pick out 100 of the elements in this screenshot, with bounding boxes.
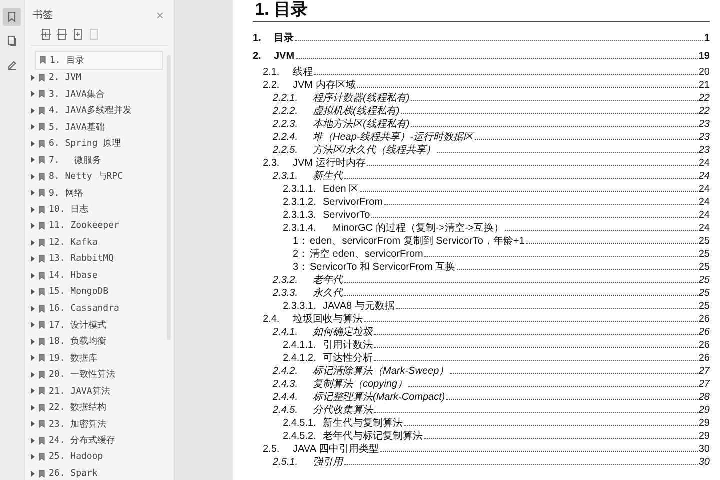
bookmark-item[interactable]: 10. 日志	[25, 202, 165, 218]
expand-arrow-icon[interactable]	[31, 240, 35, 246]
toc-title[interactable]: 程序计数器(线程私有)	[313, 92, 410, 105]
expand-arrow-icon[interactable]	[31, 421, 35, 428]
toc-title[interactable]: 分代收集算法	[313, 404, 373, 417]
expand-arrow-icon[interactable]	[31, 388, 35, 394]
bookmark-item[interactable]: 9. 网络	[25, 185, 165, 202]
toc-title[interactable]: ServivorTo	[323, 209, 370, 222]
toc-title[interactable]: 新生代	[313, 170, 343, 183]
page-number: 27	[698, 365, 710, 378]
expand-arrow-icon[interactable]	[31, 206, 35, 213]
expand-arrow-icon[interactable]	[31, 322, 35, 328]
bookmark-icon[interactable]	[3, 8, 21, 26]
toc-title[interactable]: 永久代	[313, 287, 343, 300]
toc-title[interactable]: 线程	[293, 66, 313, 79]
expand-arrow-icon[interactable]	[31, 454, 35, 460]
expand-all-icon[interactable]	[41, 29, 51, 40]
toc-title[interactable]: 标记清除算法（Mark-Sweep）	[313, 365, 450, 378]
expand-arrow-icon[interactable]	[31, 272, 35, 279]
bookmark-item[interactable]: 13. RabbitMQ	[25, 251, 165, 268]
expand-arrow-icon[interactable]	[31, 338, 35, 345]
bookmark-item[interactable]: 14. Hbase	[25, 268, 165, 284]
page-number: 25	[698, 261, 710, 274]
expand-arrow-icon[interactable]	[31, 124, 35, 130]
toc-title[interactable]: 目录	[274, 30, 294, 48]
page-number: 26	[698, 352, 710, 365]
collapse-all-icon[interactable]	[57, 29, 67, 40]
expand-arrow-icon[interactable]	[31, 174, 35, 180]
expand-arrow-icon[interactable]	[31, 108, 35, 114]
bookmark-item[interactable]: 25. Hadoop	[25, 449, 165, 466]
toc-title[interactable]: 标记整理算法(Mark-Compact)	[313, 391, 446, 404]
toc-title[interactable]: eden、servicorFrom 复制到 ServicorTo，年龄+1	[310, 235, 525, 248]
bookmark-item[interactable]: 12. Kafka	[25, 234, 165, 251]
expand-arrow-icon[interactable]	[31, 404, 35, 411]
toc-title[interactable]: ServivorFrom	[323, 196, 384, 209]
page-number: 24	[698, 170, 710, 183]
expand-arrow-icon[interactable]	[31, 74, 35, 81]
bookmark-item[interactable]: 20. 一致性算法	[25, 366, 165, 383]
bookmark-item[interactable]: 7. 微服务	[25, 152, 165, 168]
bookmark-item[interactable]: 2. JVM	[25, 70, 165, 86]
toc-title[interactable]: JVM	[274, 48, 295, 66]
page-number: 29	[698, 417, 710, 430]
bookmark-item[interactable]: 23. 加密算法	[25, 416, 165, 432]
toc-title[interactable]: JVM 内存区域	[293, 79, 356, 92]
bookmark-item[interactable]: 5. JAVA基础	[25, 119, 165, 136]
toc-title[interactable]: 如何确定垃圾	[313, 326, 373, 339]
page-number: 28	[698, 391, 710, 404]
bookmark-item[interactable]: 4. JAVA多线程并发	[25, 102, 165, 119]
bookmark-item[interactable]: 3. JAVA集合	[25, 86, 165, 102]
expand-arrow-icon[interactable]	[31, 91, 35, 98]
expand-arrow-icon[interactable]	[31, 438, 35, 444]
toc-title[interactable]: 虚拟机栈(线程私有)	[313, 105, 400, 118]
toc-title[interactable]: 强引用	[313, 456, 343, 469]
bookmark-item[interactable]: 1. 目录	[35, 51, 163, 70]
bookmark-item[interactable]: 18. 负载均衡	[25, 334, 165, 350]
expand-arrow-icon[interactable]	[31, 140, 35, 147]
expand-arrow-icon[interactable]	[31, 355, 35, 362]
bookmark-item[interactable]: 17. 设计模式	[25, 317, 165, 334]
page-number: 26	[698, 313, 710, 326]
toc-title[interactable]: 新生代与复制算法	[323, 417, 403, 430]
toc-title[interactable]: 清空 eden、servicorFrom	[310, 248, 424, 261]
page-number: 22	[698, 105, 710, 118]
bookmark-item[interactable]: 11. Zookeeper	[25, 218, 165, 234]
expand-arrow-icon[interactable]	[31, 157, 35, 164]
expand-arrow-icon[interactable]	[31, 190, 35, 196]
bookmark-item[interactable]: 15. MongoDB	[25, 284, 165, 300]
toc-title[interactable]: MinorGC 的过程（复制->清空->互换）	[333, 222, 504, 235]
toc-title[interactable]: 引用计数法	[323, 339, 373, 352]
bookmark-item[interactable]: 21. JAVA算法	[25, 383, 165, 400]
bookmark-item[interactable]: 26. Spark	[25, 466, 165, 480]
bookmark-item[interactable]: 22. 数据结构	[25, 400, 165, 416]
bookmark-item[interactable]: 24. 分布式缓存	[25, 432, 165, 449]
toc-title[interactable]: JAVA8 与元数据	[323, 300, 395, 313]
toc-title[interactable]: 老年代与标记复制算法	[323, 430, 423, 443]
toc-title[interactable]: 老年代	[313, 274, 343, 287]
bookmark-item[interactable]: 8. Netty 与RPC	[25, 168, 165, 185]
toc-number: 1：	[293, 235, 310, 248]
bookmark-item[interactable]: 16. Cassandra	[25, 300, 165, 317]
expand-arrow-icon[interactable]	[31, 289, 35, 296]
page-number: 21	[698, 79, 710, 92]
toc-title[interactable]: JVM 运行时内存	[293, 157, 366, 170]
expand-arrow-icon[interactable]	[31, 223, 35, 230]
toc-title[interactable]: JAVA 四中引用类型	[293, 443, 379, 456]
toc-title[interactable]: 可达性分析	[323, 352, 373, 365]
expand-arrow-icon[interactable]	[31, 372, 35, 378]
bookmark-item[interactable]: 6. Spring 原理	[25, 136, 165, 152]
bookmark-item[interactable]: 19. 数据库	[25, 350, 165, 366]
page-number: 30	[698, 443, 710, 456]
add-bookmark-icon[interactable]	[73, 29, 83, 40]
toc-title[interactable]: 垃圾回收与算法	[293, 313, 363, 326]
toc-title[interactable]: 复制算法（copying）	[313, 378, 408, 391]
toc-title[interactable]: 本地方法区(线程私有)	[313, 118, 410, 131]
toc-title[interactable]: Eden 区	[323, 183, 360, 196]
expand-arrow-icon[interactable]	[31, 470, 35, 477]
toc-title[interactable]: 方法区/永久代（线程共享）	[313, 144, 436, 157]
toc-title[interactable]: ServicorTo 和 ServicorFrom 互换	[310, 261, 456, 274]
toc-title[interactable]: 堆（Heap-线程共享）-运行时数据区	[313, 131, 474, 144]
expand-arrow-icon[interactable]	[31, 306, 35, 312]
toc-number: 2.3.1.	[273, 170, 300, 183]
expand-arrow-icon[interactable]	[31, 256, 35, 262]
